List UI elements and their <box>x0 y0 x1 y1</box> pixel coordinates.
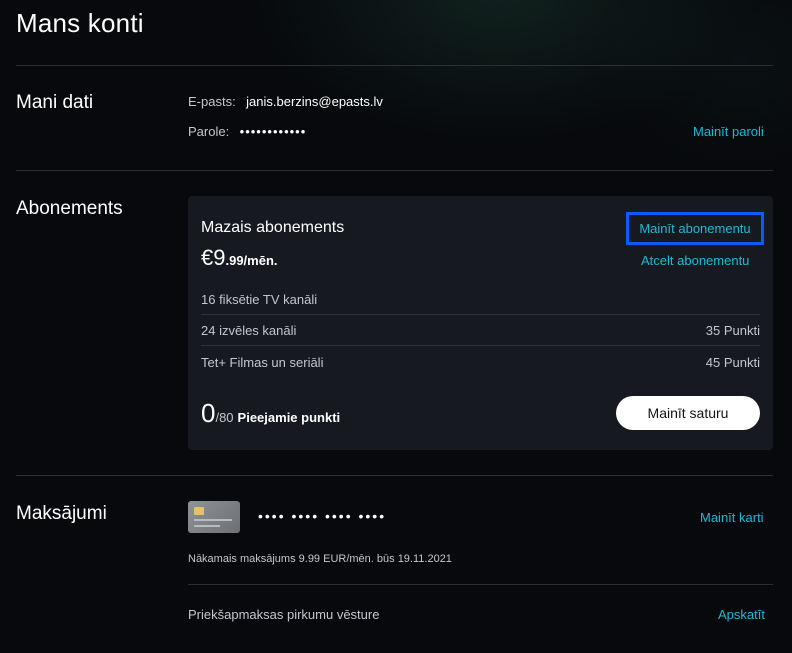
cancel-subscription-link[interactable]: Atcelt abonementu <box>641 253 749 268</box>
password-value: •••••••••••• <box>239 124 307 139</box>
feature-row: Tet+ Filmas un seriāli 45 Punkti <box>201 347 760 378</box>
feature-row: 24 izvēles kanāli 35 Punkti <box>201 315 760 346</box>
card-line <box>194 519 232 521</box>
feature-row: 16 fiksētie TV kanāli <box>201 284 760 315</box>
change-content-button[interactable]: Mainīt saturu <box>616 396 760 430</box>
password-row: Parole: •••••••••••• <box>188 123 306 141</box>
points-summary: 0/80 Pieejamie punkti <box>201 398 340 429</box>
card-number-masked: •••• •••• •••• •••• <box>258 508 387 524</box>
email-label: E-pasts: <box>188 94 236 109</box>
feature-points: 35 Punkti <box>705 322 760 338</box>
password-label: Parole: <box>188 124 230 139</box>
change-subscription-link[interactable]: Mainīt abonementu <box>626 212 764 245</box>
points-label: Pieejamie punkti <box>237 410 341 425</box>
change-card-link[interactable]: Mainīt karti <box>700 510 764 525</box>
feature-name: Tet+ Filmas un seriāli <box>201 355 324 370</box>
subscription-title: Abonements <box>16 198 123 219</box>
divider <box>16 170 773 171</box>
view-history-link[interactable]: Apskatīt <box>718 607 765 622</box>
plan-name: Mazais abonements <box>201 219 345 236</box>
subscription-card: Mazais abonements €9.99/mēn. Mainīt abon… <box>188 196 773 450</box>
page-title: Mans konti <box>16 8 144 38</box>
purchase-history-label: Priekšapmaksas pirkumu vēsture <box>188 607 380 622</box>
divider <box>188 584 773 585</box>
card-chip-icon <box>194 507 204 515</box>
card-line <box>194 525 220 527</box>
price-sub: .99/mēn. <box>225 253 278 268</box>
feature-points: 45 Punkti <box>705 355 760 370</box>
feature-name: 24 izvēles kanāli <box>201 322 297 338</box>
price-main: €9 <box>201 245 226 270</box>
credit-card-icon <box>188 501 240 533</box>
payments-title: Maksājumi <box>16 503 107 524</box>
my-data-title: Mani dati <box>16 92 94 113</box>
plan-price: €9.99/mēn. <box>201 245 278 271</box>
divider <box>16 475 773 476</box>
next-payment-text: Nākamais maksājums 9.99 EUR/mēn. būs 19.… <box>188 553 452 565</box>
change-password-link[interactable]: Mainīt paroli <box>693 124 764 139</box>
points-current: 0 <box>201 398 216 428</box>
divider <box>16 65 773 66</box>
email-value: janis.berzins@epasts.lv <box>246 94 383 109</box>
email-row: E-pasts: janis.berzins@epasts.lv <box>188 93 383 111</box>
points-total: /80 <box>215 410 234 425</box>
feature-name: 16 fiksētie TV kanāli <box>201 291 318 307</box>
